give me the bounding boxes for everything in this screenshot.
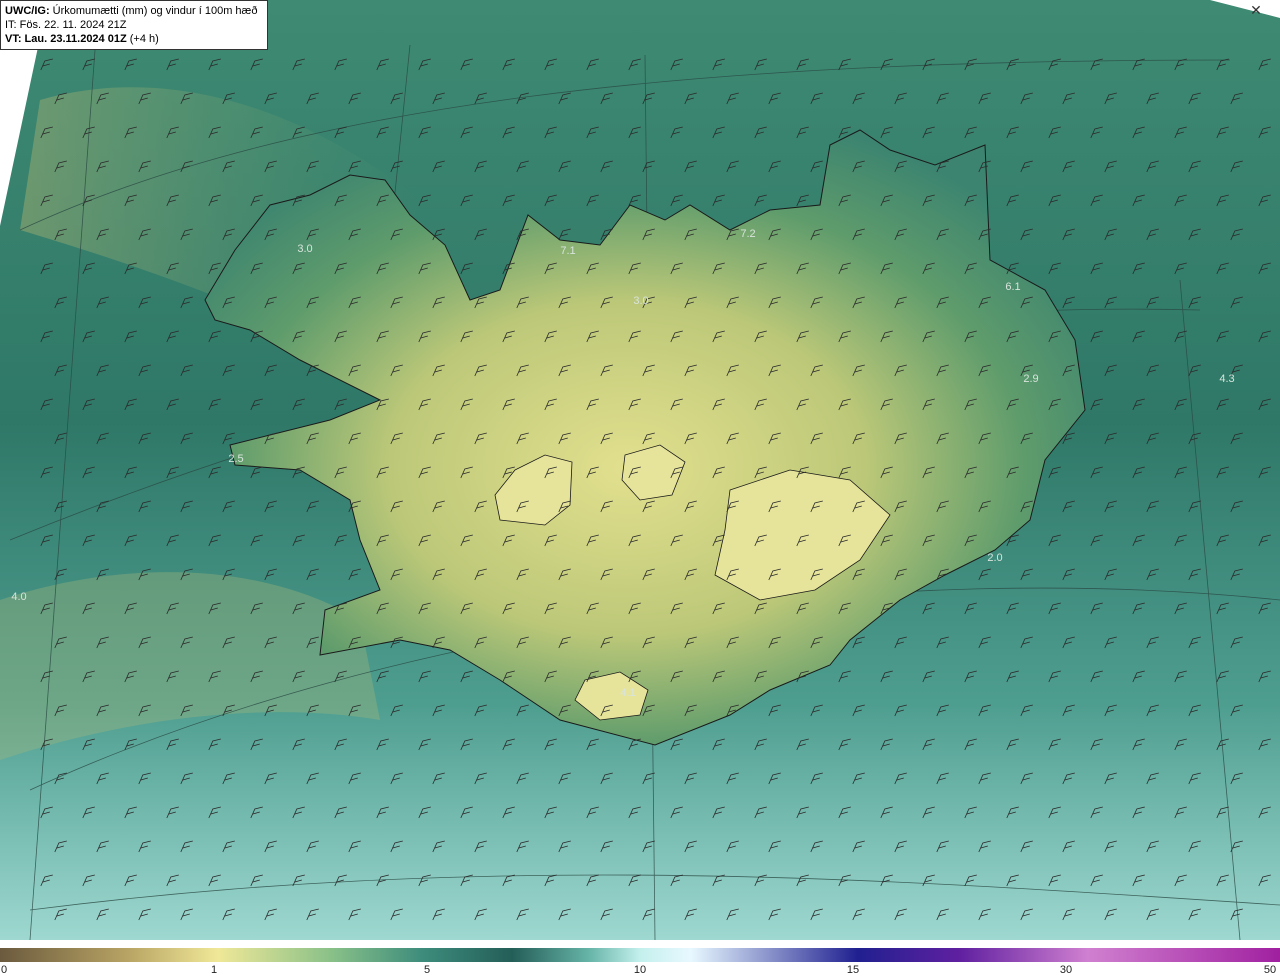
value-label: 3.0 — [633, 295, 648, 307]
close-icon[interactable]: ✕ — [1249, 3, 1263, 17]
colorbar-tick-label: 30 — [1059, 964, 1073, 976]
valid-time: VT: Lau. 23.11.2024 01Z — [5, 33, 127, 45]
value-label: 7.1 — [560, 245, 575, 257]
initial-time: IT: Fös. 22. 11. 2024 21Z — [5, 19, 127, 31]
value-label: 6.1 — [1005, 281, 1020, 293]
value-label: 4.1 — [620, 687, 635, 699]
value-label: 2.9 — [1023, 373, 1038, 385]
value-label: 4.3 — [1219, 373, 1234, 385]
forecast-offset: (+4 h) — [129, 33, 159, 45]
model-prefix: UWC/IG: — [5, 5, 50, 17]
colorbar-tick-label: 10 — [633, 964, 647, 976]
value-label: 3.0 — [297, 243, 312, 255]
value-label: 7.2 — [740, 228, 755, 240]
colorbar-tick-label: 1 — [210, 964, 218, 976]
map-title: Úrkomumætti (mm) og vindur í 100m hæð — [52, 5, 258, 17]
precipitation-wind-map[interactable]: 3.0 7.1 7.2 3.0 6.1 2.9 4.3 2.5 2.0 4.0 4.1 — [0, 0, 1280, 948]
map-info-box: UWC/IG: Úrkomumætti (mm) og vindur í 100… — [0, 0, 268, 50]
colorbar-tick-label: 5 — [423, 964, 431, 976]
value-label: 2.0 — [987, 552, 1002, 564]
value-label: 2.5 — [228, 453, 243, 465]
colorbar-tick-label: 15 — [846, 964, 860, 976]
colorbar-tick-label: 0 — [0, 964, 8, 976]
colorbar-tick-label: 50 — [1263, 964, 1277, 976]
value-label: 4.0 — [11, 591, 26, 603]
